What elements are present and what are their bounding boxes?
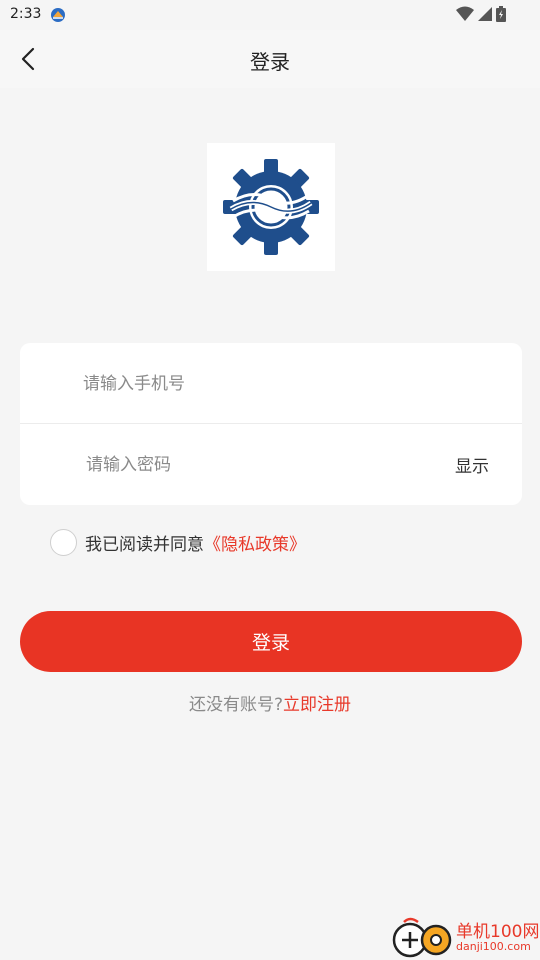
register-prompt: 还没有账号? (188, 695, 284, 715)
login-form-card: 显示 (20, 343, 522, 505)
app-notification-icon (51, 8, 65, 22)
wifi-icon (456, 6, 474, 21)
agree-checkbox[interactable] (50, 528, 77, 556)
show-password-toggle[interactable]: 显示 (455, 452, 489, 477)
watermark-sub: danji100.com (456, 940, 531, 953)
phone-input[interactable] (83, 343, 483, 424)
gear-logo-icon (223, 159, 319, 255)
password-input[interactable] (86, 424, 426, 505)
battery-icon (496, 6, 506, 22)
watermark-text: 单机100网 (456, 922, 540, 942)
login-button[interactable]: 登录 (20, 611, 522, 672)
agreement-row: 我已阅读并同意 《隐私政策》 (50, 527, 306, 557)
privacy-policy-link[interactable]: 《隐私政策》 (204, 530, 306, 555)
app-logo (207, 143, 335, 271)
status-bar: 2:33 (0, 0, 540, 30)
password-row: 显示 (20, 424, 522, 505)
watermark-logo-icon (392, 917, 452, 958)
watermark: 单机100网 danji100.com (390, 914, 540, 960)
signal-icon (478, 7, 492, 21)
status-time: 2:33 (10, 6, 42, 22)
agreement-text: 我已阅读并同意 (85, 534, 204, 555)
header: 登录 (0, 30, 540, 88)
register-row: 还没有账号?立即注册 (0, 690, 540, 715)
register-link[interactable]: 立即注册 (283, 695, 351, 715)
phone-row (20, 343, 522, 424)
page-title: 登录 (250, 50, 290, 74)
status-icons (456, 6, 506, 22)
